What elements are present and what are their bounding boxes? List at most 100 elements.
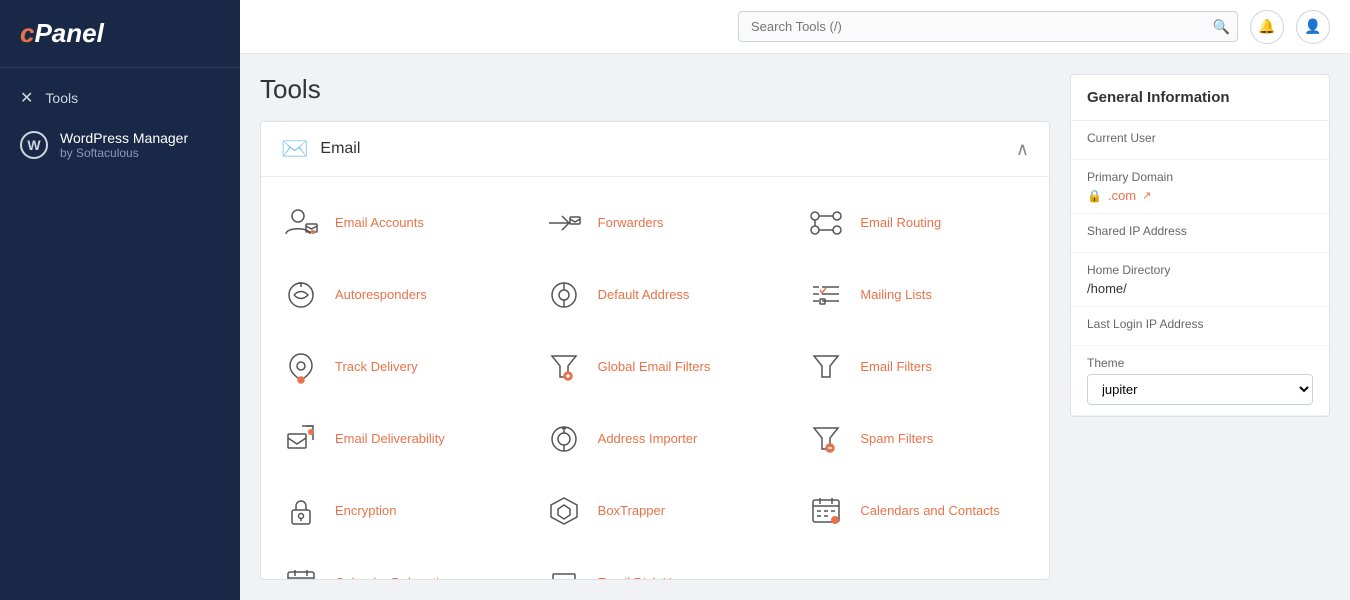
tool-autoresponders[interactable]: Autoresponders (261, 259, 524, 331)
email-filters-label: Email Filters (860, 359, 932, 376)
header: 🔍 🔔 👤 (240, 0, 1350, 54)
sidebar-logo: cPanel (0, 0, 240, 68)
tool-default-address[interactable]: Default Address (524, 259, 787, 331)
search-bar: 🔍 (738, 11, 1238, 42)
forwarders-label: Forwarders (598, 215, 664, 232)
email-section-title: Email (320, 140, 360, 158)
shared-ip-row: Shared IP Address (1071, 214, 1329, 253)
search-button[interactable]: 🔍 (1213, 18, 1230, 35)
calendar-delegation-label: Calendar Delegation (335, 575, 454, 580)
email-accounts-label: Email Accounts (335, 215, 424, 232)
domain-link[interactable]: .com (1108, 188, 1136, 203)
calendars-contacts-icon (806, 491, 846, 531)
home-directory-value: /home/ (1087, 281, 1313, 296)
home-directory-row: Home Directory /home/ (1071, 253, 1329, 307)
spam-filters-icon (806, 419, 846, 459)
sidebar-navigation: ✕ Tools W WordPress Manager by Softaculo… (0, 68, 240, 182)
email-deliverability-icon (281, 419, 321, 459)
tool-address-importer[interactable]: Address Importer (524, 403, 787, 475)
tool-email-filters[interactable]: Email Filters (786, 331, 1049, 403)
general-info-title: General Information (1071, 75, 1329, 121)
home-directory-label: Home Directory (1087, 263, 1313, 277)
current-user-label: Current User (1087, 131, 1313, 145)
theme-label: Theme (1087, 356, 1313, 370)
tool-encryption[interactable]: Encryption (261, 475, 524, 547)
content: Tools ✉️ Email ∧ (240, 54, 1350, 600)
address-importer-icon (544, 419, 584, 459)
email-deliverability-label: Email Deliverability (335, 431, 445, 448)
global-email-filters-label: Global Email Filters (598, 359, 711, 376)
theme-row: Theme jupiter paper_lantern (1071, 346, 1329, 416)
wordpress-label: WordPress Manager (60, 130, 188, 146)
tool-email-disk-usage[interactable]: Email Disk Usage (524, 547, 787, 580)
tools-panel: Tools ✉️ Email ∧ (260, 74, 1050, 580)
address-importer-label: Address Importer (598, 431, 698, 448)
wordpress-icon: W (20, 131, 48, 159)
forwarders-icon (544, 203, 584, 243)
email-routing-icon (806, 203, 846, 243)
theme-value: jupiter paper_lantern (1087, 374, 1313, 405)
global-email-filters-icon (544, 347, 584, 387)
email-section-icon: ✉️ (281, 136, 308, 162)
email-disk-usage-label: Email Disk Usage (598, 575, 701, 580)
default-address-icon (544, 275, 584, 315)
tool-boxtrapper[interactable]: BoxTrapper (524, 475, 787, 547)
current-user-row: Current User (1071, 121, 1329, 160)
user-icon: 👤 (1304, 18, 1321, 35)
sidebar-item-tools[interactable]: ✕ Tools (0, 78, 240, 118)
primary-domain-row: Primary Domain 🔒 .com ↗ (1071, 160, 1329, 214)
lock-icon: 🔒 (1087, 189, 1102, 203)
calendars-contacts-label: Calendars and Contacts (860, 503, 999, 520)
track-delivery-icon (281, 347, 321, 387)
wordpress-sublabel: by Softaculous (60, 146, 188, 160)
tool-track-delivery[interactable]: Track Delivery (261, 331, 524, 403)
tools-grid: Email Accounts Forwarders (261, 177, 1049, 580)
sidebar: cPanel ✕ Tools W WordPress Manager by So… (0, 0, 240, 600)
tools-icon: ✕ (20, 88, 33, 108)
main-area: 🔍 🔔 👤 Tools ✉️ Email ∧ (240, 0, 1350, 600)
search-input[interactable] (738, 11, 1238, 42)
boxtrapper-icon (544, 491, 584, 531)
right-panel: General Information Current User Primary… (1070, 74, 1330, 580)
tool-global-email-filters[interactable]: Global Email Filters (524, 331, 787, 403)
email-disk-usage-icon (544, 563, 584, 580)
notifications-button[interactable]: 🔔 (1250, 10, 1284, 44)
tool-calendars-contacts[interactable]: Calendars and Contacts (786, 475, 1049, 547)
tool-email-accounts[interactable]: Email Accounts (261, 187, 524, 259)
email-card: ✉️ Email ∧ (260, 121, 1050, 580)
tool-forwarders[interactable]: Forwarders (524, 187, 787, 259)
email-card-header-left: ✉️ Email (281, 136, 360, 162)
shared-ip-label: Shared IP Address (1087, 224, 1313, 238)
tool-email-routing[interactable]: Email Routing (786, 187, 1049, 259)
autoresponders-icon (281, 275, 321, 315)
wordpress-text: WordPress Manager by Softaculous (60, 130, 188, 160)
general-info-card: General Information Current User Primary… (1070, 74, 1330, 417)
primary-domain-label: Primary Domain (1087, 170, 1313, 184)
tool-email-deliverability[interactable]: Email Deliverability (261, 403, 524, 475)
email-routing-label: Email Routing (860, 215, 941, 232)
boxtrapper-label: BoxTrapper (598, 503, 665, 520)
primary-domain-value: 🔒 .com ↗ (1087, 188, 1313, 203)
user-button[interactable]: 👤 (1296, 10, 1330, 44)
cpanel-logo: cPanel (20, 18, 104, 48)
autoresponders-label: Autoresponders (335, 287, 427, 304)
mailing-lists-label: Mailing Lists (860, 287, 932, 304)
sidebar-tools-label: Tools (45, 90, 78, 106)
collapse-button[interactable]: ∧ (1016, 139, 1029, 160)
sidebar-item-wordpress[interactable]: W WordPress Manager by Softaculous (0, 118, 240, 172)
last-login-label: Last Login IP Address (1087, 317, 1313, 331)
email-filters-icon (806, 347, 846, 387)
last-login-row: Last Login IP Address (1071, 307, 1329, 346)
external-link-icon: ↗ (1142, 189, 1151, 202)
tool-mailing-lists[interactable]: Mailing Lists (786, 259, 1049, 331)
tool-spam-filters[interactable]: Spam Filters (786, 403, 1049, 475)
theme-select[interactable]: jupiter paper_lantern (1087, 374, 1313, 405)
email-card-header: ✉️ Email ∧ (261, 122, 1049, 177)
page-title: Tools (260, 74, 1050, 105)
spam-filters-label: Spam Filters (860, 431, 933, 448)
tool-calendar-delegation[interactable]: Calendar Delegation (261, 547, 524, 580)
bell-icon: 🔔 (1258, 18, 1275, 35)
encryption-icon (281, 491, 321, 531)
email-accounts-icon (281, 203, 321, 243)
calendar-delegation-icon (281, 563, 321, 580)
